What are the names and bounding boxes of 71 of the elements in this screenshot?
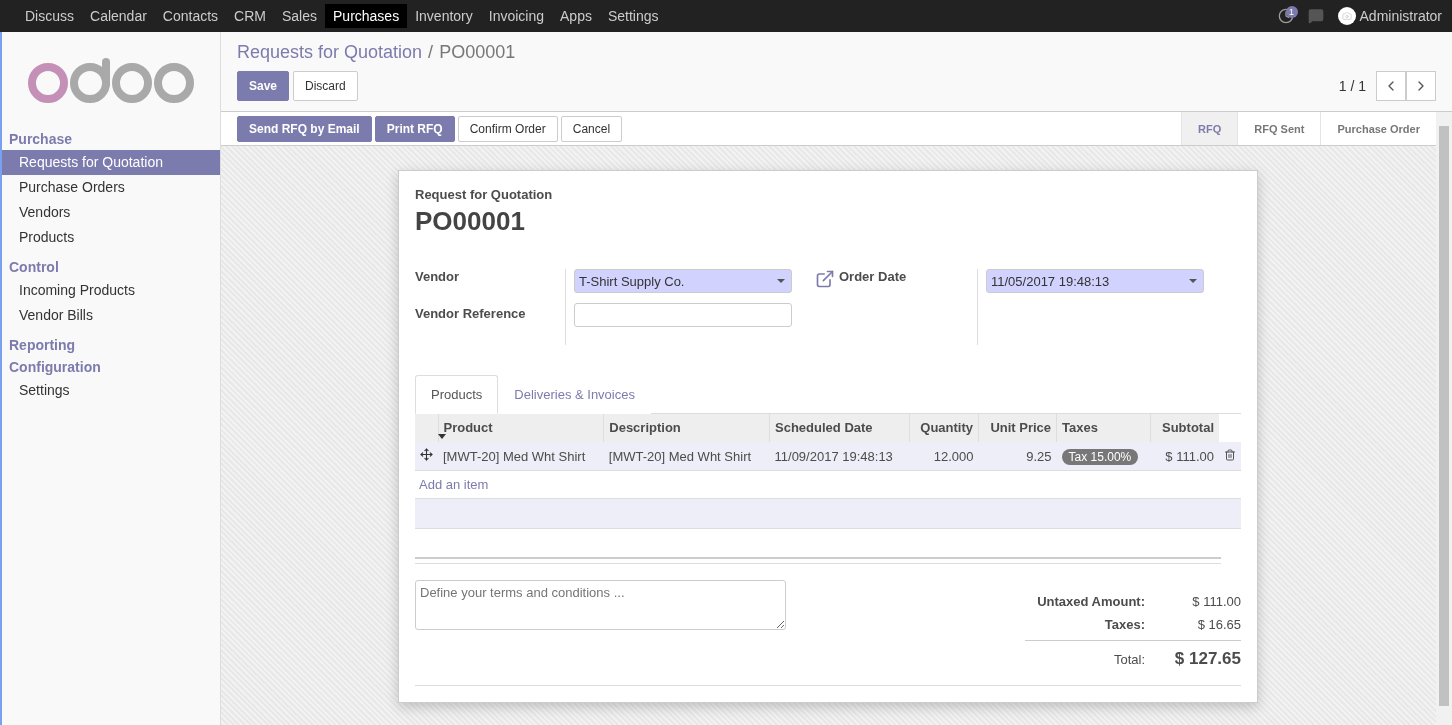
table-cell: 9.25 [978,442,1057,471]
column-header[interactable]: Description [603,414,770,442]
table-cell: 12.000 [909,442,979,471]
save-button[interactable]: Save [237,71,290,101]
action-button[interactable]: Confirm Order [457,115,558,142]
total-label: Total: [1112,652,1146,667]
total-value: $ 16.65 [1196,617,1241,632]
column-header[interactable]: Unit Price [978,414,1057,442]
scrollbar[interactable] [1436,112,1452,725]
record-name: PO00001 [415,206,526,237]
sidebar-item[interactable]: Incoming Products [2,278,220,303]
user-menu[interactable]: Administrator [1359,8,1442,24]
top-menu-item[interactable]: Contacts [154,4,227,28]
breadcrumb-link[interactable]: Requests for Quotation [237,42,423,63]
external-link-icon[interactable] [815,269,835,289]
notes-field[interactable]: Define your terms and conditions ... [415,580,786,630]
form-subtitle: Request for Quotation [415,187,554,202]
total-label: Taxes: [1103,617,1146,632]
date-select[interactable]: 11/05/2017 19:48:13 [986,269,1204,293]
previous-button[interactable] [1376,71,1406,101]
top-menu-item[interactable]: Inventory [407,4,481,28]
action-button[interactable]: Print RFQ [374,115,455,142]
sidebar-item[interactable]: Vendor Bills [2,303,220,328]
top-menu-item[interactable]: Purchases [325,4,408,28]
table-cell: $ 111.00 [1150,442,1219,471]
menu-section-title: Configuration [8,358,102,377]
table-cell: [MWT-20] Med Wht Shirt [438,442,604,471]
top-menu-item[interactable]: Calendar [82,4,155,28]
vendor-reference-field[interactable] [574,303,792,327]
top-menu-item[interactable]: CRM [226,4,274,28]
delete-icon[interactable] [1224,448,1236,461]
column-header[interactable]: Scheduled Date [769,414,910,442]
sidebar-item[interactable]: Settings [2,378,220,403]
drag-handle-icon[interactable] [420,448,433,461]
grand-total: $ 127.65 [1173,649,1241,669]
top-menu-item[interactable]: Invoicing [480,4,553,28]
sidebar-item[interactable]: Products [2,225,220,250]
chat-icon[interactable] [1307,8,1324,24]
breadcrumb-separator: / [428,42,434,63]
discard-button[interactable]: Discard [293,71,358,101]
next-button[interactable] [1406,71,1436,101]
field-label: Order Date [839,269,907,284]
table-cell: [MWT-20] Med Wht Shirt [603,442,770,471]
avatar-icon [1337,7,1356,25]
menu-section-title: Control [8,258,60,277]
menu-section-title: Purchase [8,130,74,149]
breadcrumb-current: PO00001 [439,42,516,63]
sidebar-item[interactable]: Vendors [2,200,220,225]
sidebar-item[interactable]: Purchase Orders [2,175,220,200]
top-menu-item[interactable]: Apps [552,4,600,28]
field-label: Vendor [415,269,461,284]
column-header[interactable]: Quantity [909,414,979,442]
table-cell: 11/09/2017 19:48:13 [769,442,910,471]
action-button[interactable]: Cancel [560,115,623,142]
column-header[interactable]: Subtotal [1150,414,1219,442]
top-menu-item[interactable]: Discuss [17,4,82,28]
column-header[interactable]: Product [438,414,604,442]
pager-counter: 1 / 1 [1338,78,1366,94]
tax-tag: Tax 15.00% [1061,448,1139,465]
top-menu-item[interactable]: Settings [599,4,667,28]
sidebar-item[interactable]: Requests for Quotation [2,150,220,175]
column-header[interactable]: Taxes [1056,414,1151,442]
top-menu-item[interactable]: Sales [274,4,325,28]
action-button[interactable]: Send RFQ by Email [237,115,372,142]
vendor-select[interactable]: T-Shirt Supply Co. [574,269,792,293]
add-item-link[interactable]: Add an item [419,477,489,492]
total-label: Untaxed Amount: [1036,594,1146,609]
total-value: $ 111.00 [1191,594,1241,609]
tab[interactable]: Products [415,375,499,414]
field-label: Vendor Reference [415,306,527,321]
menu-section-title: Reporting [8,336,77,355]
